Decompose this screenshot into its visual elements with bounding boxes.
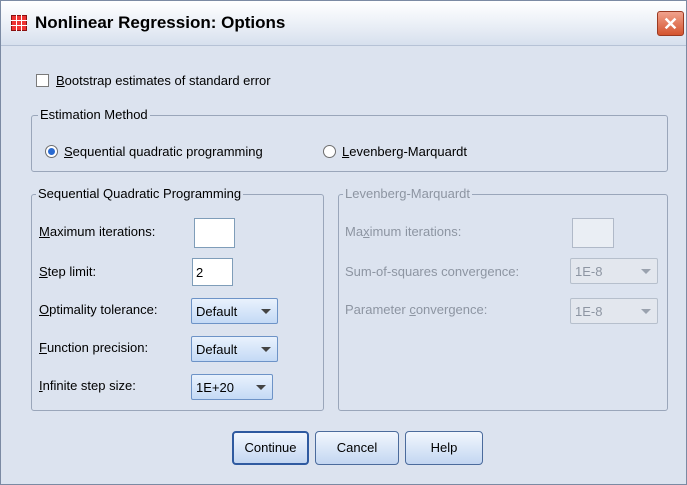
bootstrap-label[interactable]: Bootstrap estimates of standard error bbox=[56, 73, 271, 88]
function-precision-dropdown[interactable]: Default bbox=[191, 336, 278, 362]
function-precision-label: Function precision: bbox=[39, 340, 149, 355]
chevron-down-icon bbox=[261, 309, 271, 314]
chevron-down-icon bbox=[256, 385, 266, 390]
step-limit-label: Step limit: bbox=[39, 264, 97, 279]
optimality-tolerance-dropdown[interactable]: Default bbox=[191, 298, 278, 324]
lm-max-iterations-label: Maximum iterations: bbox=[345, 224, 462, 239]
chevron-down-icon bbox=[641, 309, 651, 314]
ss-convergence-dropdown[interactable]: 1E-8 bbox=[570, 258, 658, 284]
param-convergence-label: Parameter convergence: bbox=[345, 302, 488, 317]
param-convergence-value: 1E-8 bbox=[575, 304, 603, 319]
param-convergence-dropdown[interactable]: 1E-8 bbox=[570, 298, 658, 324]
lm-legend: Levenberg-Marquardt bbox=[343, 186, 473, 201]
radio-sequential-quadratic-label[interactable]: Sequential quadratic programming bbox=[64, 144, 263, 159]
max-iterations-input[interactable] bbox=[194, 218, 235, 248]
close-icon: ✕ bbox=[662, 14, 679, 34]
infinite-step-size-dropdown[interactable]: 1E+20 bbox=[191, 374, 273, 400]
cancel-button[interactable]: Cancel bbox=[315, 431, 399, 465]
estimation-method-legend: Estimation Method bbox=[38, 107, 150, 122]
window-title: Nonlinear Regression: Options bbox=[35, 13, 286, 32]
infinite-step-size-value: 1E+20 bbox=[196, 380, 234, 395]
dialog-window: Nonlinear Regression: Options ✕ Bootstra… bbox=[0, 0, 687, 485]
title-bar[interactable]: Nonlinear Regression: Options ✕ bbox=[1, 1, 686, 46]
chevron-down-icon bbox=[261, 347, 271, 352]
ss-convergence-label: Sum-of-squares convergence: bbox=[345, 264, 520, 279]
optimality-tolerance-label: Optimality tolerance: bbox=[39, 302, 158, 317]
optimality-tolerance-value: Default bbox=[196, 304, 238, 319]
ss-convergence-value: 1E-8 bbox=[575, 264, 603, 279]
function-precision-value: Default bbox=[196, 342, 238, 357]
close-button[interactable]: ✕ bbox=[657, 11, 684, 36]
continue-button[interactable]: Continue bbox=[232, 431, 309, 465]
table-grid-icon bbox=[11, 15, 27, 31]
lm-max-iterations-input[interactable] bbox=[572, 218, 614, 248]
bootstrap-checkbox[interactable] bbox=[36, 74, 49, 87]
radio-levenberg-marquardt[interactable] bbox=[323, 145, 336, 158]
sqp-legend: Sequential Quadratic Programming bbox=[36, 186, 244, 201]
radio-sequential-quadratic[interactable] bbox=[45, 145, 58, 158]
infinite-step-size-label: Infinite step size: bbox=[39, 378, 136, 393]
help-button[interactable]: Help bbox=[405, 431, 483, 465]
max-iterations-label: Maximum iterations: bbox=[39, 224, 156, 239]
radio-levenberg-marquardt-label[interactable]: Levenberg-Marquardt bbox=[342, 144, 467, 159]
chevron-down-icon bbox=[641, 269, 651, 274]
step-limit-input[interactable]: 2 bbox=[192, 258, 233, 286]
